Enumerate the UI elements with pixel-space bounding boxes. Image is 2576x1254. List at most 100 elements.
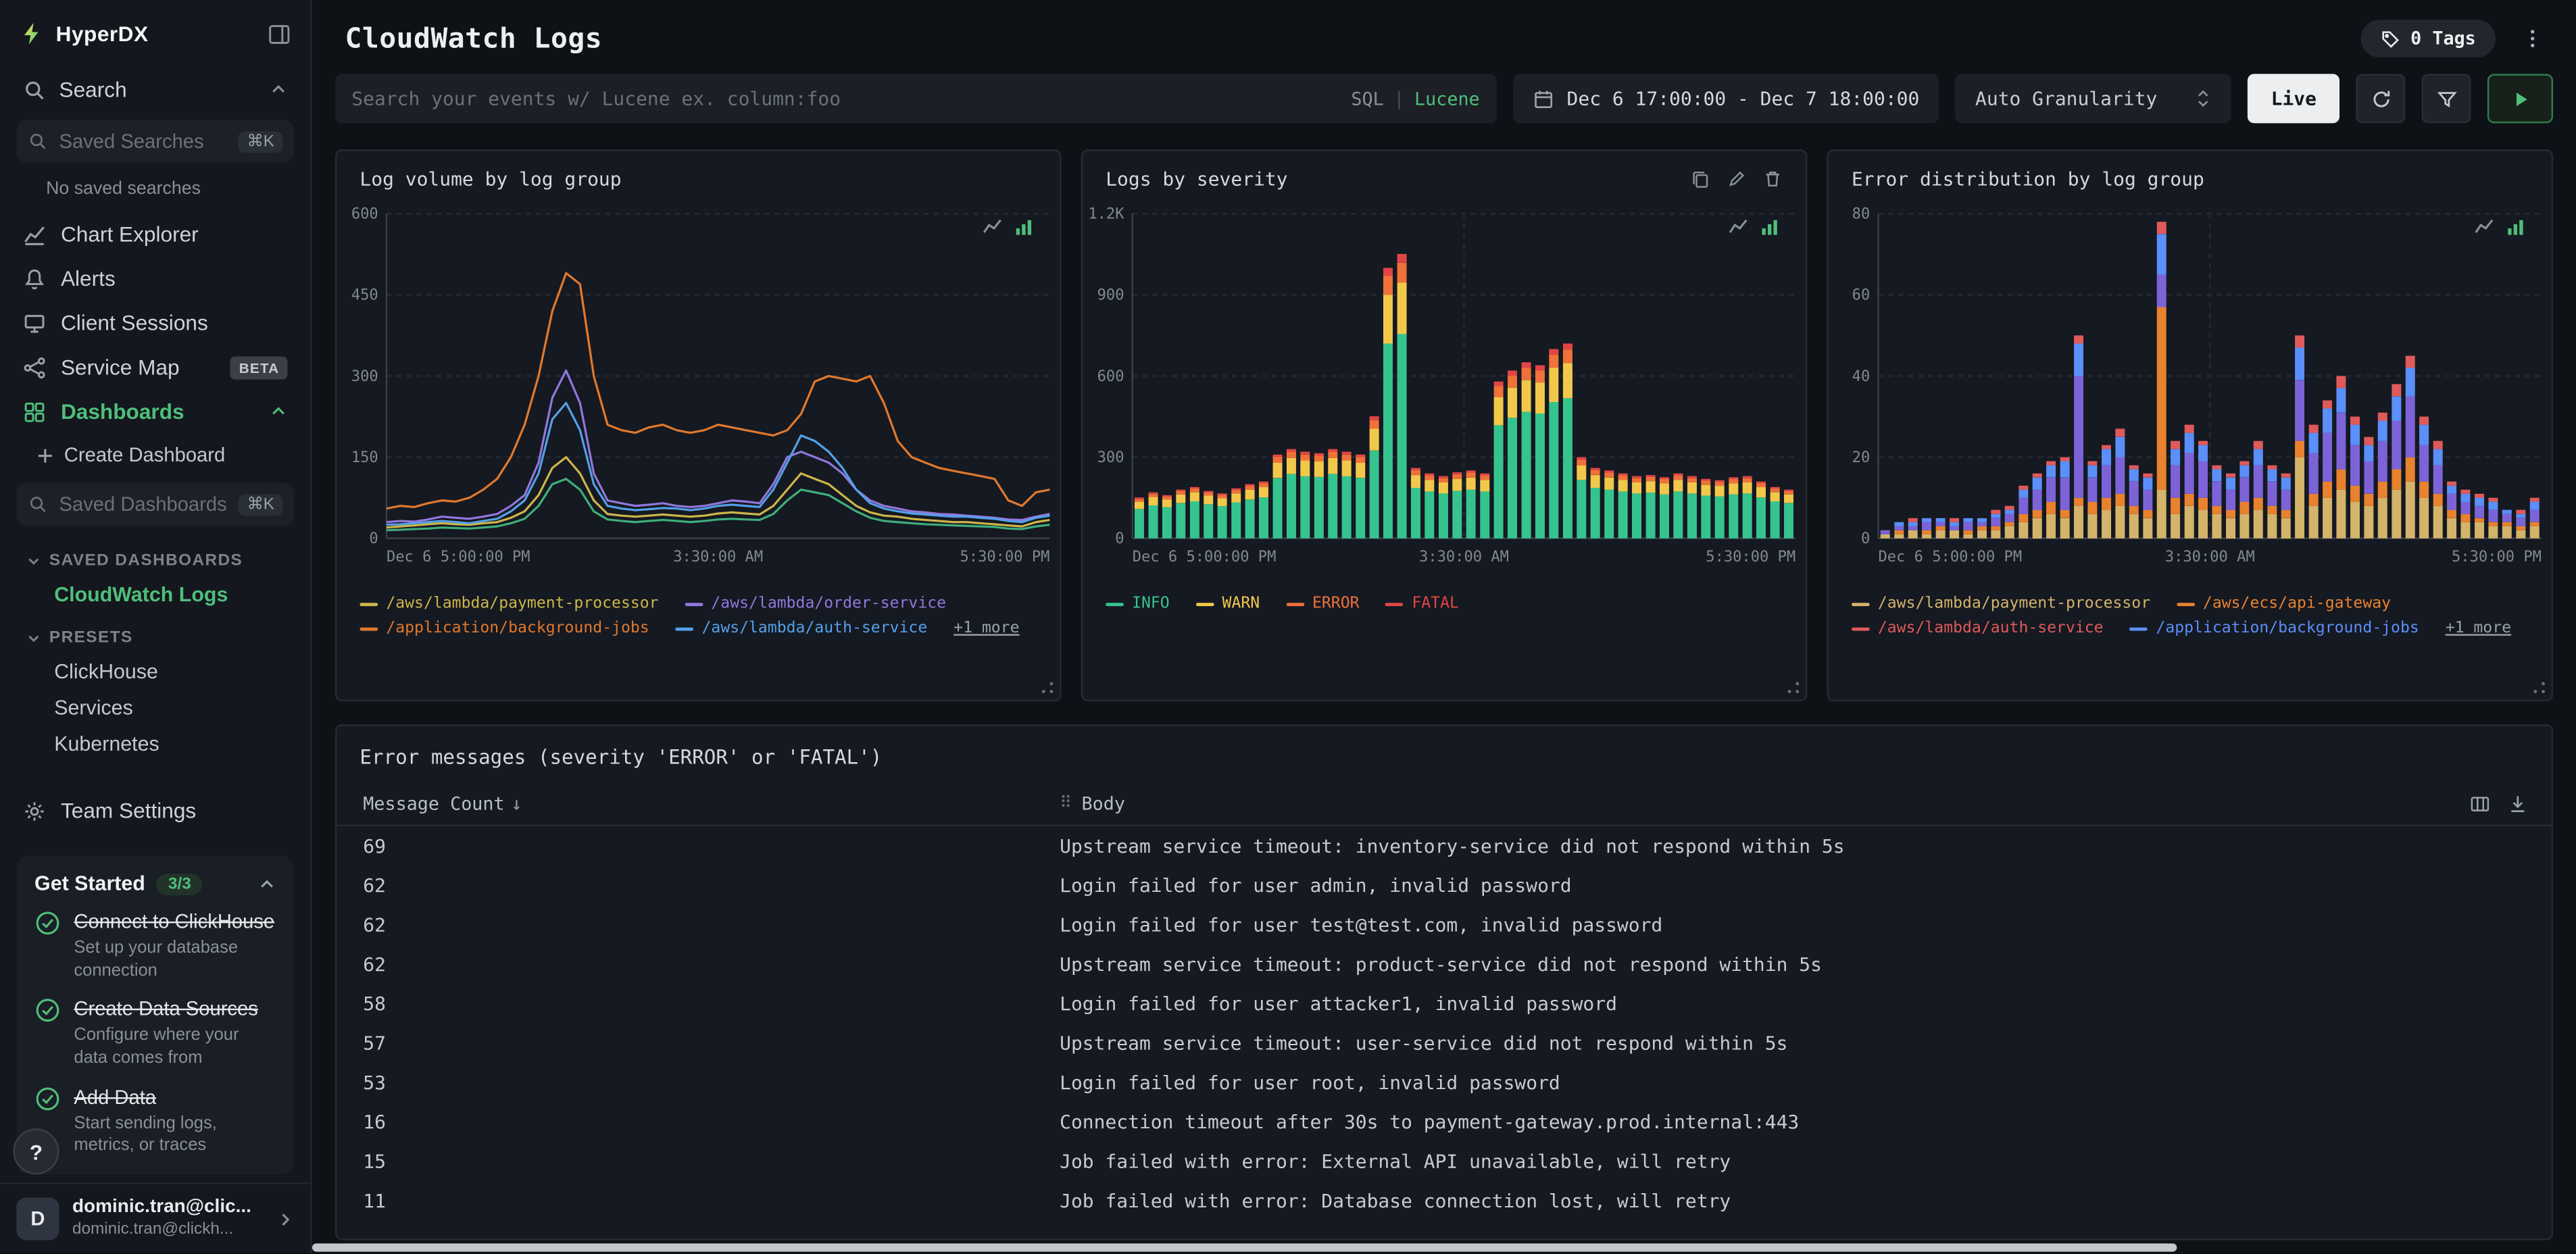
log-volume-chart[interactable]: 0 150 300 450 600 Dec 6 5:00:00 PM 3:30:00 AM 5…	[337, 197, 1060, 591]
legend-more-link[interactable]: +1 more	[953, 620, 1019, 638]
legend-item[interactable]: /aws/lambda/payment-processor	[1851, 595, 2150, 613]
sidebar-item-search[interactable]: Search	[0, 66, 310, 114]
drag-handle-icon[interactable]: ⠿	[1060, 795, 1072, 813]
get-started-step-clickhouse[interactable]: Connect to ClickHouse Set up your databa…	[34, 910, 276, 983]
sidebar-item-clickhouse[interactable]: ClickHouse	[0, 654, 310, 690]
sidebar-item-client-sessions[interactable]: Client Sessions	[0, 301, 310, 345]
create-dashboard-button[interactable]: Create Dashboard	[0, 434, 310, 476]
gear-icon	[23, 799, 46, 822]
table-row[interactable]: 11 Job failed with error: Database connec…	[337, 1181, 2551, 1220]
get-started-step-data-sources[interactable]: Create Data Sources Configure where your…	[34, 997, 276, 1070]
download-icon[interactable]	[2507, 793, 2529, 815]
legend-item[interactable]: /aws/lambda/payment-processor	[360, 595, 659, 613]
svg-text:Dec 6 5:00:00 PM: Dec 6 5:00:00 PM	[1879, 549, 2023, 566]
chevron-up-icon[interactable]	[258, 875, 276, 893]
table-row[interactable]: 62 Login failed for user admin, invalid p…	[337, 866, 2551, 905]
sidebar-item-alerts[interactable]: Alerts	[0, 256, 310, 301]
table-row[interactable]: 15 Job failed with error: External API un…	[337, 1142, 2551, 1181]
resize-handle-icon[interactable]	[1040, 680, 1055, 695]
tags-button[interactable]: 0 Tags	[2361, 20, 2496, 58]
sidebar-item-kubernetes[interactable]: Kubernetes	[0, 726, 310, 762]
filter-button[interactable]	[2421, 74, 2471, 124]
search-section-label: Search	[59, 77, 127, 102]
sql-toggle[interactable]: SQL	[1351, 88, 1383, 109]
table-row[interactable]: 57 Upstream service timeout: user-service…	[337, 1024, 2551, 1063]
section-saved-dashboards[interactable]: SAVED DASHBOARDS	[0, 542, 310, 576]
section-presets[interactable]: PRESETS	[0, 620, 310, 654]
bell-icon	[23, 267, 46, 290]
step-subtitle: Set up your database connection	[74, 938, 239, 980]
legend-label: /aws/lambda/auth-service	[1877, 619, 2104, 638]
legend-item[interactable]: /aws/lambda/auth-service	[1851, 619, 2104, 638]
legend-item[interactable]: /application/background-jobs	[360, 620, 649, 637]
message-count-cell: 57	[363, 1031, 386, 1055]
more-menu-button[interactable]	[2512, 22, 2553, 56]
sidebar-item-service-map[interactable]: Service Map BETA	[0, 345, 310, 390]
logs-by-severity-chart[interactable]: 0 300 600 900 1.2K Dec 6 5:00:00 PM 3:30:00 AM…	[1083, 197, 1806, 591]
duplicate-chart-icon[interactable]	[1691, 169, 1710, 189]
message-body-cell: Login failed for user test@test.com, inv…	[1060, 913, 1663, 936]
section-title: SAVED DASHBOARDS	[49, 551, 243, 570]
legend-item[interactable]: /aws/ecs/api-gateway	[2177, 595, 2391, 613]
saved-dashboards-input[interactable]: Saved Dashboards ⌘K	[16, 482, 295, 526]
bar-chart-toggle-icon[interactable]	[1014, 217, 1033, 236]
sidebar-item-cloudwatch-logs[interactable]: CloudWatch Logs	[0, 576, 310, 612]
legend-item[interactable]: WARN	[1195, 595, 1260, 613]
edit-chart-icon[interactable]	[1727, 169, 1746, 189]
table-row[interactable]: 62 Login failed for user test@test.com, i…	[337, 905, 2551, 945]
query-language-toggle[interactable]: SQL | Lucene	[1351, 88, 1479, 109]
chart-legend: /aws/lambda/payment-processor/aws/lambda…	[337, 591, 1060, 651]
run-query-button[interactable]	[2487, 74, 2554, 124]
saved-searches-input[interactable]: Saved Searches ⌘K	[16, 120, 295, 163]
column-header-message-count[interactable]: Message Count ↓	[363, 793, 1060, 815]
legend-item[interactable]: INFO	[1106, 595, 1170, 613]
resize-handle-icon[interactable]	[2531, 680, 2546, 695]
columns-settings-icon[interactable]	[2469, 793, 2491, 815]
table-row[interactable]: 53 Login failed for user root, invalid pa…	[337, 1063, 2551, 1102]
live-button[interactable]: Live	[2248, 74, 2340, 124]
bar-chart-toggle-icon[interactable]	[1760, 217, 1779, 236]
user-menu[interactable]: D dominic.tran@clic... dominic.tran@clic…	[0, 1182, 311, 1253]
message-count-cell: 16	[363, 1110, 386, 1134]
collapse-sidebar-icon[interactable]	[268, 22, 291, 45]
legend-item[interactable]: /aws/lambda/auth-service	[675, 619, 928, 638]
table-row[interactable]: 16 Connection timeout after 30s to paymen…	[337, 1102, 2551, 1141]
horizontal-scrollbar[interactable]	[312, 1243, 2177, 1252]
column-header-body[interactable]: ⠿ Body	[1060, 793, 2469, 815]
legend-label: /aws/lambda/auth-service	[701, 619, 928, 638]
lucene-toggle[interactable]: Lucene	[1414, 88, 1480, 109]
event-search-input[interactable]: Search your events w/ Lucene ex. column:…	[335, 74, 1496, 124]
search-placeholder: Search your events w/ Lucene ex. column:…	[351, 86, 841, 110]
svg-text:80: 80	[1852, 206, 1871, 223]
legend-more-link[interactable]: +1 more	[2446, 620, 2511, 638]
svg-text:Dec 6 5:00:00 PM: Dec 6 5:00:00 PM	[387, 549, 530, 566]
chevron-down-icon	[26, 631, 41, 646]
help-button[interactable]: ?	[13, 1128, 59, 1175]
error-distribution-chart[interactable]: 0 20 40 60 80 Dec 6 5:00:00 PM 3:30:00 AM 5:30:…	[1829, 197, 2552, 591]
line-chart-toggle-icon[interactable]	[1729, 217, 1748, 236]
table-row[interactable]: 58 Login failed for user attacker1, inval…	[337, 984, 2551, 1023]
message-body-cell: Job failed with error: Database connecti…	[1060, 1189, 1731, 1213]
granularity-select[interactable]: Auto Granularity	[1955, 74, 2232, 124]
refresh-button[interactable]	[2356, 74, 2406, 124]
delete-chart-icon[interactable]	[1763, 169, 1783, 189]
get-started-step-add-data[interactable]: Add Data Start sending logs, metrics, or…	[34, 1085, 276, 1158]
table-row[interactable]: 62 Upstream service timeout: product-serv…	[337, 945, 2551, 984]
sidebar-item-chart-explorer[interactable]: Chart Explorer	[0, 212, 310, 257]
legend-item[interactable]: FATAL	[1385, 595, 1459, 613]
line-chart-toggle-icon[interactable]	[2474, 217, 2494, 236]
resize-handle-icon[interactable]	[1786, 680, 1801, 695]
bar-chart-toggle-icon[interactable]	[2506, 217, 2525, 236]
legend-item[interactable]: ERROR	[1286, 595, 1360, 613]
legend-item[interactable]: /application/background-jobs	[2129, 620, 2419, 637]
sidebar-item-dashboards[interactable]: Dashboards	[0, 389, 310, 434]
line-chart-toggle-icon[interactable]	[983, 217, 1002, 236]
legend-item[interactable]: /aws/lambda/order-service	[685, 595, 946, 613]
nav-label: Team Settings	[60, 798, 197, 824]
date-range-picker[interactable]: Dec 6 17:00:00 - Dec 7 18:00:00	[1512, 74, 1939, 124]
sidebar-item-services[interactable]: Services	[0, 690, 310, 726]
sidebar-item-team-settings[interactable]: Team Settings	[0, 788, 310, 833]
legend-swatch	[360, 602, 378, 605]
column-label: Message Count	[363, 793, 505, 815]
table-row[interactable]: 69 Upstream service timeout: inventory-se…	[337, 826, 2551, 866]
